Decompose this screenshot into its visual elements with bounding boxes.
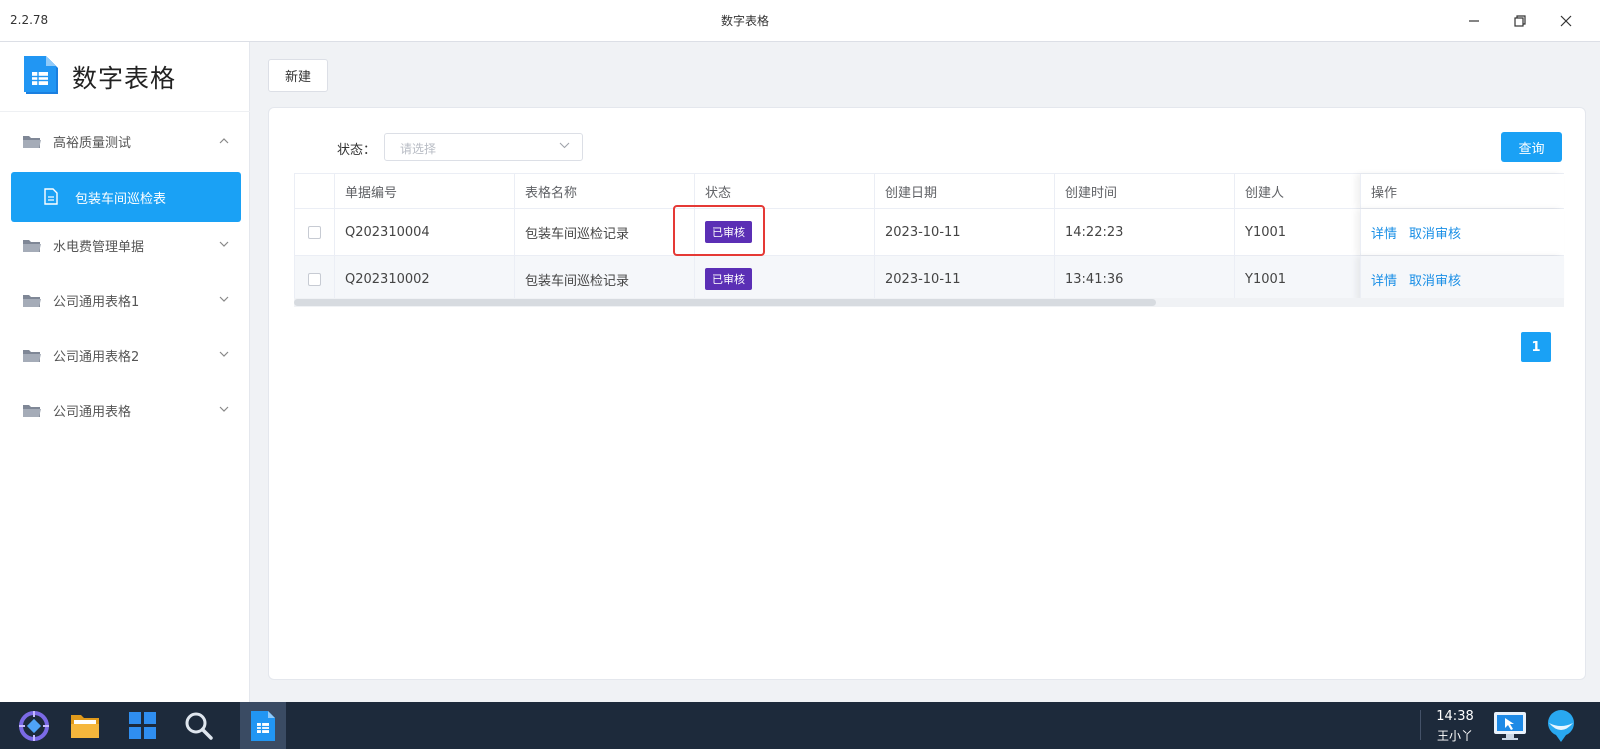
status-badge: 已审核 xyxy=(705,221,752,243)
app-grid-button[interactable] xyxy=(126,709,160,743)
sidebar-item-utility-bills[interactable]: 水电费管理单据 xyxy=(0,221,250,271)
cell-date: 2023-10-11 xyxy=(874,209,1054,255)
chevron-down-icon xyxy=(219,406,229,412)
spreadsheet-logo-icon xyxy=(24,56,58,94)
chevron-down-icon xyxy=(219,351,229,357)
folder-icon xyxy=(23,136,41,148)
restore-icon xyxy=(1514,15,1526,27)
table-row: Q202310004 包装车间巡检记录 已审核 2023-10-11 14:22… xyxy=(294,209,1564,256)
chevron-up-icon xyxy=(219,138,229,144)
restore-button[interactable] xyxy=(1498,6,1542,36)
spreadsheet-icon xyxy=(251,711,275,741)
column-header-creator[interactable]: 创建人 xyxy=(1234,174,1360,208)
cell-date: 2023-10-11 xyxy=(874,256,1054,302)
chevron-down-icon xyxy=(219,296,229,302)
chat-bubble-icon xyxy=(1548,710,1574,742)
folder-icon xyxy=(23,295,41,307)
row-checkbox-cell xyxy=(294,256,334,302)
sidebar-item-label: 包装车间巡检表 xyxy=(75,192,167,207)
cancel-review-link[interactable]: 取消审核 xyxy=(1409,270,1461,289)
row-checkbox[interactable] xyxy=(308,272,321,286)
column-header-actions: 操作 xyxy=(1360,174,1564,208)
status-badge: 已审核 xyxy=(705,268,752,290)
sidebar-item-gaoyu-quality[interactable]: 高裕质量测试 xyxy=(0,117,250,167)
sidebar: 数字表格 高裕质量测试 包装车间巡检表 水电费管理单据 公司通用表格1 公司通用… xyxy=(0,42,250,702)
sidebar-item-label: 公司通用表格 xyxy=(53,405,132,420)
status-filter-label: 状态： xyxy=(337,143,377,158)
close-icon xyxy=(1560,15,1572,27)
sidebar-item-common-form[interactable]: 公司通用表格 xyxy=(0,386,250,436)
cell-actions: 详情 取消审核 xyxy=(1360,209,1564,255)
folder-icon xyxy=(71,715,99,738)
search-icon xyxy=(185,712,213,740)
clock-time: 14:38 xyxy=(1436,709,1474,724)
title-bar: 2.2.78 数字表格 xyxy=(0,0,1600,42)
detail-link[interactable]: 详情 xyxy=(1371,223,1397,242)
row-checkbox[interactable] xyxy=(308,225,321,239)
cell-name: 包装车间巡检记录 xyxy=(514,209,694,255)
sidebar-item-common-form-2[interactable]: 公司通用表格2 xyxy=(0,331,250,381)
cell-time: 13:41:36 xyxy=(1054,256,1234,302)
records-panel: 状态： 请选择 查询 单据编号 表格名称 状态 创建日期 创建时间 创建人 操作… xyxy=(268,107,1586,680)
cell-creator: Y1001 xyxy=(1234,256,1360,302)
row-checkbox-cell xyxy=(294,209,334,255)
status-select-placeholder: 请选择 xyxy=(400,142,437,156)
column-header-time[interactable]: 创建时间 xyxy=(1054,174,1234,208)
scrollbar-thumb[interactable] xyxy=(294,299,1156,306)
table-header: 单据编号 表格名称 状态 创建日期 创建时间 创建人 操作 xyxy=(294,173,1564,209)
sidebar-item-common-form-1[interactable]: 公司通用表格1 xyxy=(0,276,250,326)
taskbar-separator xyxy=(1420,710,1421,740)
minimize-icon xyxy=(1469,20,1479,22)
sidebar-item-packaging-inspection[interactable]: 包装车间巡检表 xyxy=(11,172,241,222)
sidebar-item-label: 水电费管理单据 xyxy=(53,240,145,255)
cell-time: 14:22:23 xyxy=(1054,209,1234,255)
file-manager-button[interactable] xyxy=(68,709,102,743)
folder-icon xyxy=(23,350,41,362)
status-select[interactable]: 请选择 xyxy=(384,133,583,161)
minimize-button[interactable] xyxy=(1452,6,1496,36)
header-checkbox-cell xyxy=(294,174,334,208)
spreadsheet-app-button[interactable] xyxy=(246,709,280,743)
app-logo: 数字表格 xyxy=(0,42,250,112)
sidebar-item-label: 高裕质量测试 xyxy=(53,136,132,151)
sidebar-item-label: 公司通用表格1 xyxy=(53,295,140,310)
table-horizontal-scrollbar[interactable] xyxy=(294,298,1564,307)
cell-status: 已审核 xyxy=(694,209,874,255)
close-button[interactable] xyxy=(1544,6,1588,36)
monitor-cursor-icon xyxy=(1494,712,1526,740)
app-grid-icon xyxy=(129,712,156,739)
cell-id: Q202310002 xyxy=(334,256,514,302)
window-title: 数字表格 xyxy=(720,14,769,28)
cell-creator: Y1001 xyxy=(1234,209,1360,255)
chevron-down-icon xyxy=(219,241,229,247)
document-icon xyxy=(44,188,58,205)
table-row: Q202310002 包装车间巡检记录 已审核 2023-10-11 13:41… xyxy=(294,256,1564,303)
cancel-review-link[interactable]: 取消审核 xyxy=(1409,223,1461,242)
launcher-icon xyxy=(19,711,49,741)
chevron-down-icon xyxy=(559,142,570,149)
cell-actions: 详情 取消审核 xyxy=(1360,256,1564,302)
cell-id: Q202310004 xyxy=(334,209,514,255)
start-menu-button[interactable] xyxy=(17,709,51,743)
column-header-date[interactable]: 创建日期 xyxy=(874,174,1054,208)
logo-title: 数字表格 xyxy=(72,64,177,93)
show-desktop-button[interactable] xyxy=(1493,709,1527,743)
query-button[interactable]: 查询 xyxy=(1501,132,1562,162)
cell-status: 已审核 xyxy=(694,256,874,302)
column-header-id[interactable]: 单据编号 xyxy=(334,174,514,208)
taskbar: 14:38 王小丫 xyxy=(0,702,1600,749)
current-user: 王小丫 xyxy=(1436,729,1473,743)
folder-icon xyxy=(23,240,41,252)
sidebar-item-label: 公司通用表格2 xyxy=(53,350,140,365)
folder-icon xyxy=(23,405,41,417)
detail-link[interactable]: 详情 xyxy=(1371,270,1397,289)
new-button[interactable]: 新建 xyxy=(268,59,328,92)
search-button[interactable] xyxy=(182,709,216,743)
assistant-button[interactable] xyxy=(1544,709,1578,743)
cell-name: 包装车间巡检记录 xyxy=(514,256,694,302)
column-header-status[interactable]: 状态 xyxy=(694,174,874,208)
column-header-name[interactable]: 表格名称 xyxy=(514,174,694,208)
pagination-page-button[interactable]: 1 xyxy=(1521,332,1551,362)
